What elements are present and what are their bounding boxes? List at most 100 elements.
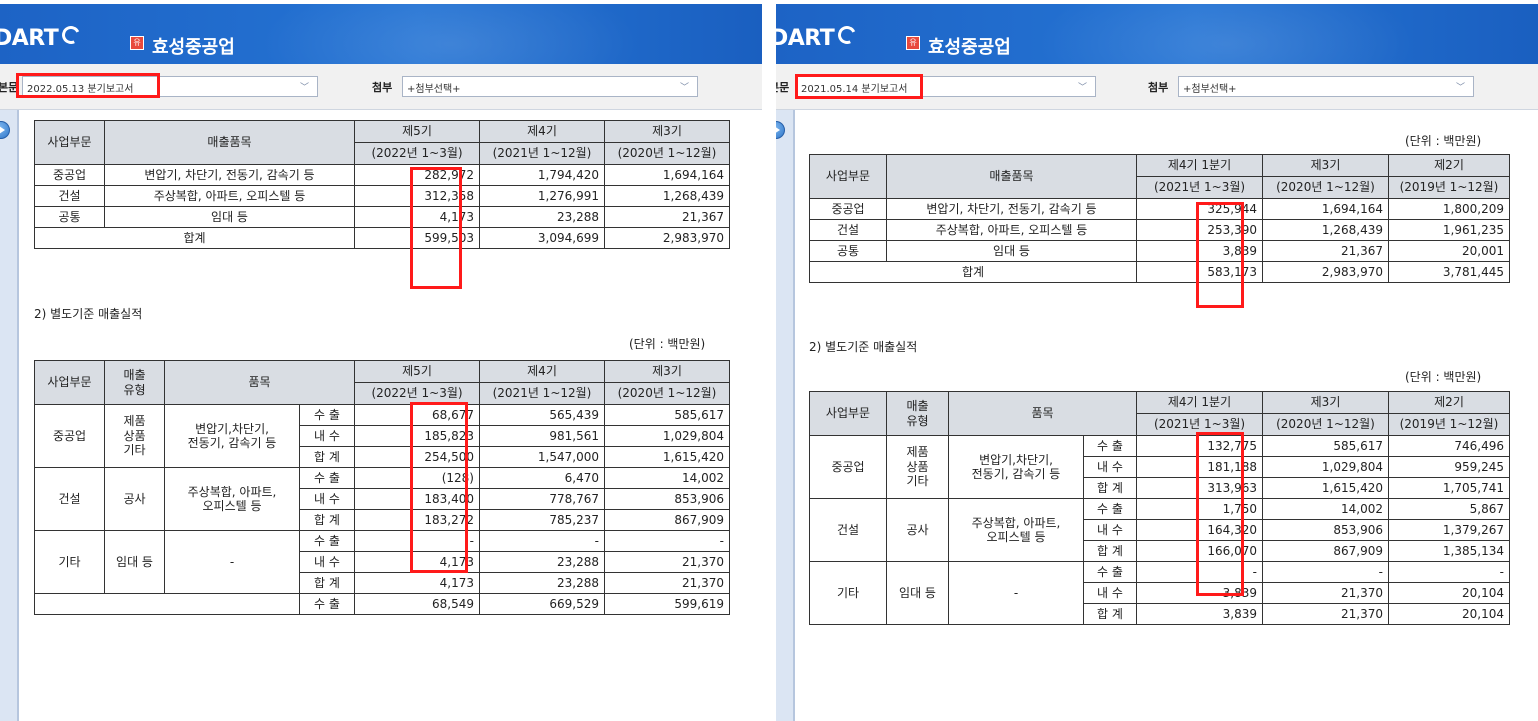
- cell-value: 585,617: [1262, 435, 1389, 457]
- company-type-icon: 유: [130, 36, 144, 50]
- cell-product: 변압기,차단기, 전동기, 감속기 등: [948, 435, 1084, 499]
- th-period-3-range: (2019년 1~12월): [1388, 176, 1510, 199]
- chevron-down-icon: ﹀: [299, 83, 309, 93]
- cell-sales-type: 공사: [104, 467, 165, 531]
- cell-segment: 중공업: [34, 404, 105, 468]
- main-doc-select[interactable]: 2021.05.14 분기보고서 ﹀: [796, 76, 1096, 97]
- th-product: 매출품목: [886, 154, 1137, 199]
- cell-value: 4,173: [354, 206, 480, 228]
- attach-label: 첨부: [1148, 81, 1169, 94]
- cell-kind: 수 출: [1083, 435, 1137, 457]
- total-row: 합계 583,173 2,983,970 3,781,445: [809, 261, 1510, 283]
- cell-value: 1,705,741: [1388, 477, 1510, 499]
- right-report-window: DART 유 효성중공업 본문 2021.05.14 분기보고서 ﹀ 첨부 +첨…: [776, 0, 1538, 721]
- main-doc-select[interactable]: 2022.05.13 분기보고서 ﹀: [22, 76, 318, 97]
- attach-select[interactable]: +첨부선택+ ﹀: [402, 76, 698, 97]
- attach-value: +첨부선택+: [407, 84, 461, 95]
- cell-value: 2,983,970: [1262, 261, 1389, 283]
- th-period-3-range: (2020년 1~12월): [604, 382, 730, 405]
- cell-kind: 합 계: [299, 572, 355, 594]
- section-title: 2) 별도기준 매출실적: [34, 307, 143, 321]
- unit-label: (단위 : 백만원): [629, 337, 706, 351]
- cell-sales-type: 제품 상품 기타: [886, 435, 949, 499]
- cell-value: 132,775: [1136, 435, 1263, 457]
- th-period-1-range: (2022년 1~3월): [354, 142, 480, 165]
- cell-value: 21,370: [604, 572, 730, 594]
- th-product: 품목: [948, 391, 1137, 436]
- th-period-2-range: (2021년 1~12월): [479, 142, 605, 165]
- cell-kind: 합 계: [299, 509, 355, 531]
- toggle-toc-icon[interactable]: [776, 121, 785, 139]
- cell-value: 853,906: [604, 488, 730, 510]
- main-doc-label: 본문: [0, 81, 19, 94]
- cell-value: 785,237: [479, 509, 605, 531]
- th-segment: 사업부문: [34, 120, 105, 165]
- cell-value: 1,961,235: [1388, 219, 1510, 241]
- cell-sales-type: 공사: [886, 498, 949, 562]
- section-title: 2) 별도기준 매출실적: [809, 340, 918, 354]
- company-name: 효성중공업: [928, 37, 1011, 58]
- th-period-1-range: (2021년 1~3월): [1136, 176, 1263, 199]
- chevron-down-icon: ﹀: [679, 83, 689, 93]
- cell-value: 312,358: [354, 185, 480, 207]
- cell-value: 325,944: [1136, 198, 1263, 220]
- cell-value: 23,288: [479, 206, 605, 228]
- th-period-3: 제2기: [1388, 154, 1510, 177]
- sales-table-separate: 사업부문 매출 유형 품목 제4기 1분기 제3기 제2기 (2021년 1~3…: [809, 391, 1510, 625]
- cell-value: 21,367: [604, 206, 730, 228]
- th-period-1: 제4기 1분기: [1136, 154, 1263, 177]
- cell-product: 주상복합, 아파트, 오피스텔 등: [104, 185, 355, 207]
- cell-kind: 내 수: [1083, 582, 1137, 604]
- cell-total-label: [34, 593, 300, 615]
- cell-value: 1,268,439: [604, 185, 730, 207]
- cell-kind: 수 출: [299, 530, 355, 552]
- cell-segment: 기타: [809, 561, 887, 625]
- th-period-2: 제3기: [1262, 154, 1389, 177]
- cell-value: 14,002: [604, 467, 730, 489]
- dart-logo-icon: [59, 23, 83, 47]
- cell-value: 5,867: [1388, 498, 1510, 520]
- table-row: 건설 주상복합, 아파트, 오피스텔 등 253,390 1,268,439 1…: [809, 219, 1510, 241]
- cell-product: -: [164, 530, 300, 594]
- company-name: 효성중공업: [152, 37, 235, 58]
- th-period-3-range: (2020년 1~12월): [604, 142, 730, 165]
- attach-label: 첨부: [372, 81, 393, 94]
- cell-kind: 내 수: [299, 488, 355, 510]
- th-period-1-range: (2021년 1~3월): [1136, 413, 1263, 436]
- dart-logo[interactable]: DART: [776, 26, 835, 51]
- attach-select[interactable]: +첨부선택+ ﹀: [1178, 76, 1474, 97]
- cell-value: 254,500: [354, 446, 480, 468]
- table-row: 기타 임대 등 - 수 출 - - -: [809, 561, 1510, 625]
- attach-value: +첨부선택+: [1183, 84, 1237, 95]
- cell-kind: 수 출: [299, 404, 355, 426]
- cell-value: 253,390: [1136, 219, 1263, 241]
- toggle-toc-icon[interactable]: [0, 121, 10, 139]
- th-period-3: 제3기: [604, 360, 730, 383]
- cell-value: -: [354, 530, 480, 552]
- th-segment: 사업부문: [34, 360, 105, 405]
- table-row: 기타 임대 등 - 수 출 - - -: [34, 530, 730, 594]
- cell-value: -: [1136, 561, 1263, 583]
- cell-product: -: [948, 561, 1084, 625]
- cell-kind: 수 출: [299, 467, 355, 489]
- cell-value: 1,379,267: [1388, 519, 1510, 541]
- cell-value: 1,800,209: [1388, 198, 1510, 220]
- cell-value: 1,029,804: [604, 425, 730, 447]
- table-row: 건설 주상복합, 아파트, 오피스텔 등 312,358 1,276,991 1…: [34, 185, 730, 207]
- dart-logo[interactable]: DART: [0, 26, 59, 51]
- cell-value: 20,001: [1388, 240, 1510, 262]
- cell-value: 1,750: [1136, 498, 1263, 520]
- cell-segment: 중공업: [809, 198, 887, 220]
- cell-value: -: [479, 530, 605, 552]
- cell-kind: 내 수: [1083, 519, 1137, 541]
- cell-segment: 건설: [809, 219, 887, 241]
- main-doc-label: 본문: [776, 81, 790, 94]
- cell-value: -: [604, 530, 730, 552]
- cell-sales-type: 임대 등: [104, 530, 165, 594]
- cell-value: 981,561: [479, 425, 605, 447]
- cell-kind: 내 수: [299, 551, 355, 573]
- cell-value: 164,320: [1136, 519, 1263, 541]
- cell-value: 1,794,420: [479, 164, 605, 186]
- cell-value: 583,173: [1136, 261, 1263, 283]
- cell-value: -: [1262, 561, 1389, 583]
